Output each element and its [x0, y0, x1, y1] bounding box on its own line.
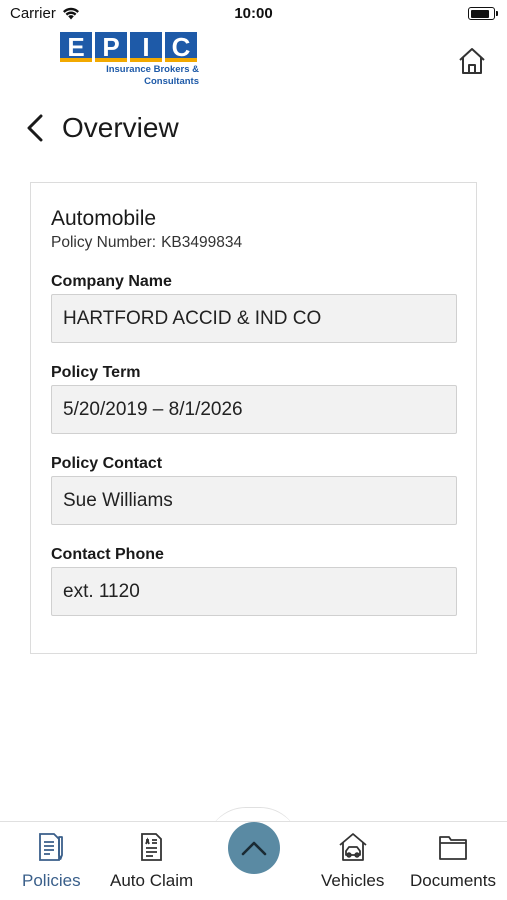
logo-letter: C — [165, 32, 197, 62]
logo-letter: P — [95, 32, 127, 62]
field-company-name: Company Name HARTFORD ACCID & IND CO — [51, 273, 457, 343]
page-title: Overview — [62, 112, 179, 143]
logo-tagline-line1: Insurance Brokers & — [106, 64, 199, 75]
vehicles-icon — [336, 830, 370, 864]
tab-auto-claim[interactable]: Auto Claim — [110, 830, 193, 891]
chevron-left-icon — [27, 114, 43, 142]
field-label: Company Name — [51, 273, 172, 290]
logo-letter: E — [60, 32, 92, 62]
field-label: Policy Term — [51, 364, 141, 381]
policy-term-field[interactable]: 5/20/2019 – 8/1/2026 — [51, 385, 457, 434]
logo-letter: I — [130, 32, 162, 62]
status-time: 10:00 — [234, 5, 273, 22]
tab-label: Policies — [22, 871, 81, 890]
company-name-field[interactable]: HARTFORD ACCID & IND CO — [51, 294, 457, 343]
tab-label: Auto Claim — [110, 871, 194, 890]
home-icon — [459, 48, 485, 74]
field-label: Contact Phone — [51, 546, 164, 563]
contact-phone-field[interactable]: ext. 1120 — [51, 567, 457, 616]
tab-documents[interactable]: Documents — [410, 830, 496, 891]
tab-vehicles[interactable]: Vehicles — [321, 830, 384, 891]
field-contact-phone: Contact Phone ext. 1120 — [51, 546, 457, 616]
home-button[interactable] — [455, 44, 489, 78]
policy-card: Automobile Policy Number: KB3499834 Comp… — [30, 182, 477, 654]
logo-tagline: Insurance Brokers & Consultants — [60, 64, 205, 88]
field-label: Policy Contact — [51, 455, 163, 472]
chevron-up-icon — [241, 841, 267, 856]
policy-number-label: Policy Number: — [51, 234, 157, 251]
battery-icon — [468, 7, 498, 20]
policy-number-value: KB3499834 — [161, 234, 243, 251]
policy-number: Policy Number: KB3499834 — [51, 234, 456, 252]
field-policy-term: Policy Term 5/20/2019 – 8/1/2026 — [51, 364, 457, 434]
field-policy-contact: Policy Contact Sue Williams — [51, 455, 457, 525]
back-button[interactable] — [22, 108, 48, 148]
policy-type: Automobile — [51, 207, 157, 230]
title-row: Overview — [22, 108, 179, 148]
status-bar: Carrier 10:00 — [0, 0, 507, 28]
expand-menu-button[interactable] — [228, 822, 280, 874]
logo-letters: E P I C — [60, 32, 205, 62]
auto-claim-icon — [135, 830, 169, 864]
battery-fill — [470, 9, 490, 18]
tab-label: Documents — [410, 871, 496, 890]
policies-icon — [34, 830, 68, 864]
epic-logo: E P I C Insurance Brokers & Consultants — [60, 32, 205, 92]
tab-label: Vehicles — [321, 871, 385, 890]
documents-icon — [436, 830, 470, 864]
policy-contact-field[interactable]: Sue Williams — [51, 476, 457, 525]
tab-policies[interactable]: Policies — [22, 830, 81, 891]
logo-tagline-line2: Consultants — [144, 76, 199, 87]
